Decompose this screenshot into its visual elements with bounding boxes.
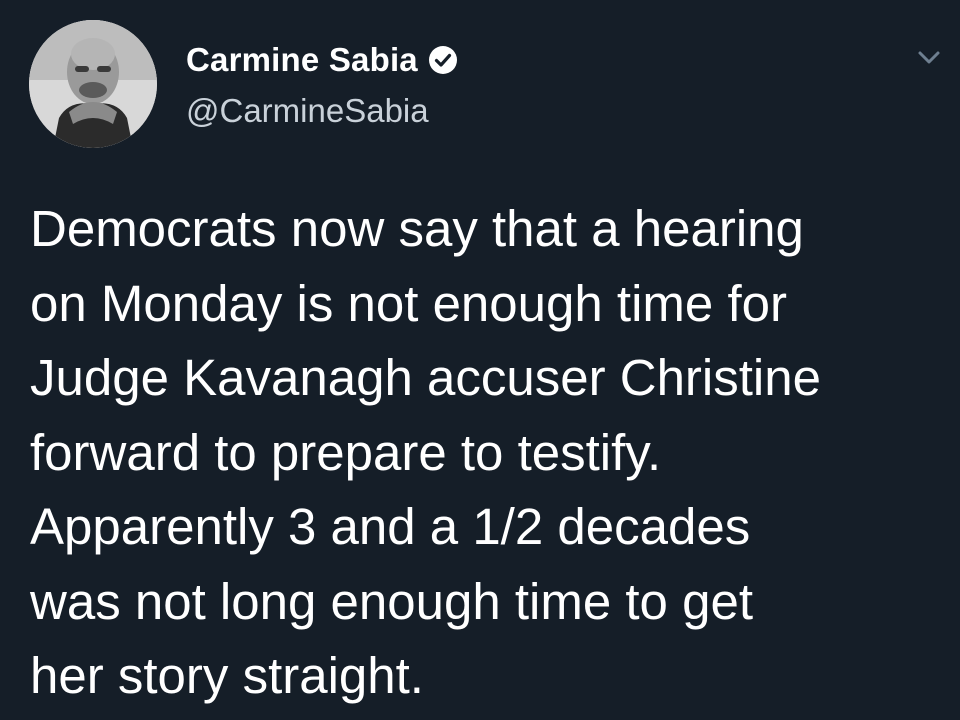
avatar[interactable]	[29, 20, 157, 148]
tweet-card: Carmine Sabia @CarmineSabia Democrats no…	[0, 0, 960, 720]
author-name-row: Carmine Sabia	[186, 38, 458, 82]
tweet-text-line: forward to prepare to testify.	[30, 423, 662, 481]
author-handle[interactable]: @CarmineSabia	[186, 92, 429, 130]
tweet-text-line: on Monday is not enough time for	[30, 274, 787, 332]
chevron-down-icon[interactable]	[912, 40, 946, 74]
author-display-name[interactable]: Carmine Sabia	[186, 41, 418, 79]
tweet-text-line: Judge Kavanagh accuser Christine	[30, 349, 821, 406]
verified-badge-icon	[428, 45, 458, 75]
tweet-text-line: her story straight.	[30, 647, 424, 704]
tweet-text-line: was not long enough time to get	[30, 572, 753, 630]
tweet-text-line: Apparently 3 and a 1/2 decades	[30, 498, 751, 555]
tweet-text: Democrats now say that a hearing on Mond…	[30, 192, 950, 714]
tweet-text-line: Democrats now say that a hearing	[30, 200, 804, 257]
profile-photo-icon	[29, 20, 157, 148]
